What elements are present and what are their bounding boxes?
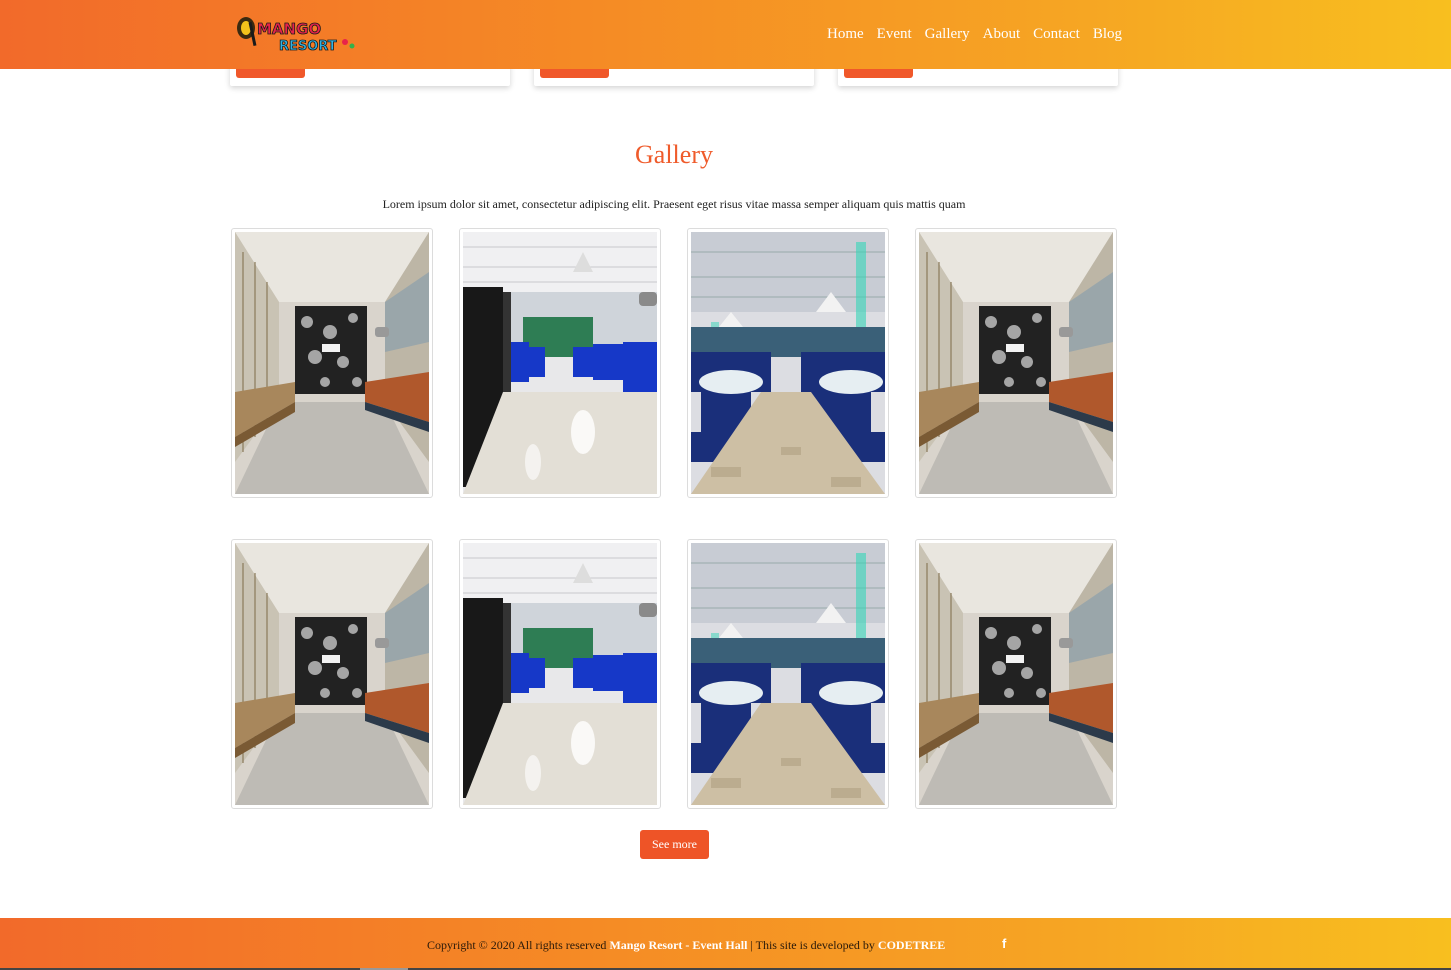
banquet-tables-photo xyxy=(691,543,885,805)
nav-home[interactable]: Home xyxy=(827,25,864,43)
blue-chair-hall-photo xyxy=(463,543,657,805)
site-header: MANGO RESORT Home Event Gallery About Co… xyxy=(0,0,1451,69)
site-footer: Copyright © 2020 All rights reserved Man… xyxy=(0,918,1451,970)
nav-contact[interactable]: Contact xyxy=(1033,25,1080,43)
footer-brand: Mango Resort - Event Hall xyxy=(609,938,748,952)
nav-event[interactable]: Event xyxy=(877,25,912,43)
gallery-photo[interactable] xyxy=(915,228,1117,498)
see-more-button[interactable]: See more xyxy=(640,830,709,859)
footer-text: Copyright © 2020 All rights reserved Man… xyxy=(427,938,945,953)
gallery-description: Lorem ipsum dolor sit amet, consectetur … xyxy=(382,197,966,211)
facebook-icon[interactable]: f xyxy=(1002,936,1006,951)
developed-text: | This site is developed by xyxy=(750,938,875,952)
gallery-title: Gallery xyxy=(635,140,713,169)
copyright-text: Copyright © 2020 All rights reserved xyxy=(427,938,607,952)
logo-line2: RESORT xyxy=(279,39,337,54)
nav-about[interactable]: About xyxy=(983,25,1021,43)
gallery-photo[interactable] xyxy=(687,228,889,498)
nav-gallery[interactable]: Gallery xyxy=(925,25,970,43)
lounge-hallway-photo xyxy=(235,543,429,805)
mango-resort-logo[interactable]: MANGO RESORT xyxy=(233,12,359,56)
lounge-hallway-photo xyxy=(919,543,1113,805)
gallery-photo[interactable] xyxy=(231,228,433,498)
lounge-hallway-photo xyxy=(235,232,429,494)
gallery-photo[interactable] xyxy=(459,228,661,498)
logo-line1: MANGO xyxy=(257,20,321,38)
gallery-photo[interactable] xyxy=(459,539,661,809)
banquet-tables-photo xyxy=(691,232,885,494)
gallery-photo[interactable] xyxy=(687,539,889,809)
lounge-hallway-photo xyxy=(919,232,1113,494)
developer-name[interactable]: CODETREE xyxy=(878,938,945,952)
gallery-photo[interactable] xyxy=(915,539,1117,809)
blue-chair-hall-photo xyxy=(463,232,657,494)
main-nav: Home Event Gallery About Contact Blog xyxy=(827,25,1135,43)
gallery-photo[interactable] xyxy=(231,539,433,809)
nav-blog[interactable]: Blog xyxy=(1093,25,1122,43)
